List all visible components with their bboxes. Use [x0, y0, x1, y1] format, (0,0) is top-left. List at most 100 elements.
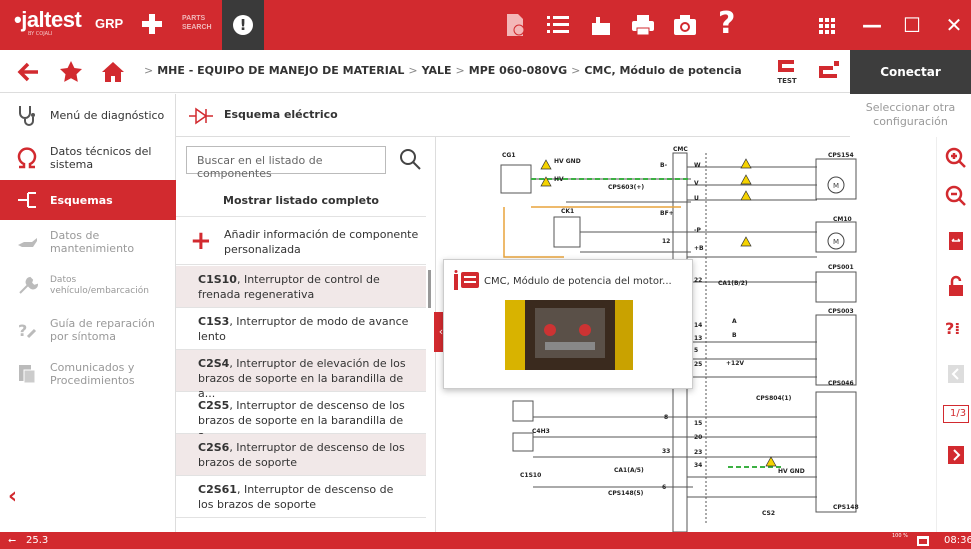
schematic-label: CPS046: [828, 380, 854, 387]
favorite-star-icon[interactable]: [58, 59, 84, 85]
breadcrumb-sep: >: [408, 64, 418, 77]
schematic-label: HV: [554, 176, 564, 183]
list-item[interactable]: C2S6, Interruptor de descenso de los bra…: [176, 434, 426, 476]
parts-search-button[interactable]: PARTS SEARCH: [182, 14, 212, 32]
list-item[interactable]: C2S4, Interruptor de elevación de los br…: [176, 350, 426, 400]
clock-time: 08:36: [944, 535, 971, 546]
fit-page-icon[interactable]: [945, 230, 967, 252]
apps-grid-icon[interactable]: [802, 0, 850, 50]
schematic-label: CA1(B/2): [718, 280, 748, 287]
component-code: C2S61: [198, 483, 237, 496]
repair-guide-icon: ?: [18, 321, 37, 340]
schematic-label: +12V: [726, 360, 744, 367]
breadcrumb-item[interactable]: MHE - EQUIPO DE MANEJO DE MATERIAL: [157, 64, 404, 77]
list-icon[interactable]: [545, 13, 571, 37]
select-configuration-button[interactable]: Seleccionar otra configuración: [850, 94, 971, 137]
schematic-label: V: [694, 180, 699, 187]
list-item[interactable]: C2S61, Interruptor de descenso de los br…: [176, 476, 426, 518]
info-card-icon: [454, 270, 479, 290]
status-bar: ⭠ 25.3 100 % 08:36: [0, 532, 971, 549]
printer-icon[interactable]: [630, 13, 656, 37]
sidebar-item-label: Menú de diagnóstico: [50, 108, 165, 122]
show-full-list-button[interactable]: Mostrar listado completo: [176, 185, 426, 217]
schematic-label: CA1(A/5): [614, 467, 644, 474]
breadcrumb-sep: >: [144, 64, 154, 77]
sidebar-item-repair-guide[interactable]: ? Guía de reparación por síntoma: [0, 308, 176, 352]
breadcrumb-item[interactable]: MPE 060-080VG: [469, 64, 567, 77]
schematic-label: 13: [694, 335, 702, 342]
sidebar-item-diagnosis-menu[interactable]: Menú de diagnóstico: [0, 94, 176, 136]
usb-icon: ⭠: [8, 535, 16, 546]
zoom-out-icon[interactable]: [945, 185, 967, 207]
component-code: C2S4: [198, 357, 230, 370]
schematic-label: HV GND: [778, 468, 805, 475]
schematic-label: CPS001: [828, 264, 854, 271]
help-search-icon[interactable]: ?⁞: [945, 319, 967, 341]
collapse-sidebar-icon[interactable]: ‹: [8, 484, 17, 509]
sidebar-item-procedures[interactable]: Comunicados y Procedimientos: [0, 352, 176, 396]
list-item[interactable]: C2S5, Interruptor de descenso de los bra…: [176, 392, 426, 442]
sidebar-item-label: Guía de reparación por síntoma: [50, 317, 155, 343]
breadcrumb-item[interactable]: YALE: [422, 64, 452, 77]
schematic-label: 5: [694, 347, 698, 354]
home-icon[interactable]: [100, 59, 126, 85]
popup-title: CMC, Módulo de potencia del motor...: [484, 276, 672, 287]
back-arrow-icon[interactable]: [16, 59, 42, 85]
component-code: C1S3: [198, 315, 230, 328]
schematic-label: 22: [694, 277, 702, 284]
stethoscope-icon: [19, 106, 35, 126]
oil-icon[interactable]: [588, 13, 614, 37]
add-icon[interactable]: [140, 12, 164, 36]
list-scrollbar[interactable]: [428, 270, 431, 308]
component-info-popup[interactable]: CMC, Módulo de potencia del motor...: [443, 259, 693, 389]
sidebar-item-technical-data[interactable]: Datos técnicos del sistema: [0, 136, 176, 180]
alert-button[interactable]: !: [222, 0, 264, 50]
list-item[interactable]: C1S10, Interruptor de control de frenada…: [176, 266, 426, 308]
schematic-label: 33: [662, 448, 670, 455]
calendar-icon[interactable]: [917, 535, 929, 546]
sidebar-item-label: Esquemas: [50, 193, 113, 207]
schema-icon: [18, 192, 36, 208]
search-input[interactable]: Buscar en el listado de componentes: [186, 146, 386, 180]
schematic-title: Esquema eléctrico: [224, 108, 338, 121]
previous-page-icon[interactable]: [945, 363, 967, 385]
breadcrumb-sep: >: [571, 64, 581, 77]
component-code: C2S6: [198, 441, 230, 454]
schematic-label: CG1: [502, 152, 516, 159]
unlock-icon[interactable]: [945, 275, 967, 297]
svg-text:M: M: [833, 238, 839, 246]
camera-icon[interactable]: [672, 13, 698, 37]
documents-icon: [19, 365, 36, 384]
component-photo[interactable]: [505, 300, 633, 370]
minimize-button[interactable]: —: [852, 0, 892, 50]
breadcrumb-sep: >: [455, 64, 465, 77]
grp-label[interactable]: GRP: [95, 16, 123, 31]
schematic-label: 15: [694, 420, 702, 427]
schematic-label: CPS003: [828, 308, 854, 315]
connect-button[interactable]: Conectar: [850, 50, 971, 94]
close-button[interactable]: ✕: [934, 0, 971, 50]
zoom-in-icon[interactable]: [945, 147, 967, 169]
wrench-icon: [19, 276, 38, 294]
sidebar-item-maintenance[interactable]: Datos de mantenimiento: [0, 220, 176, 264]
sidebar-item-vehicle-data[interactable]: Datos vehículo/embarcación: [0, 264, 176, 308]
signal-icon[interactable]: [816, 58, 842, 84]
sidebar-item-schematics[interactable]: Esquemas: [0, 180, 176, 220]
jaltest-logo: •jaltest: [14, 7, 82, 32]
diode-icon: [189, 107, 213, 125]
search-icon[interactable]: [398, 147, 422, 171]
schematic-label: B-: [660, 162, 668, 169]
test-icon[interactable]: TEST: [774, 56, 800, 86]
component-desc: , Interruptor de modo de avance lento: [198, 315, 409, 343]
help-icon[interactable]: ?: [718, 6, 744, 41]
add-component-info-row[interactable]: + Añadir información de componente perso…: [176, 219, 426, 265]
next-page-icon[interactable]: [945, 444, 967, 466]
exclamation-icon: !: [233, 15, 253, 35]
schematic-label: CPS603(+): [608, 184, 644, 191]
schematic-label: W: [694, 162, 701, 169]
list-item[interactable]: C1S3, Interruptor de modo de avance lent…: [176, 308, 426, 350]
breadcrumb-item[interactable]: CMC, Módulo de potencia: [584, 64, 741, 77]
maximize-button[interactable]: ☐: [892, 0, 932, 50]
svg-text:M: M: [833, 182, 839, 190]
report-document-icon[interactable]: [502, 13, 528, 37]
